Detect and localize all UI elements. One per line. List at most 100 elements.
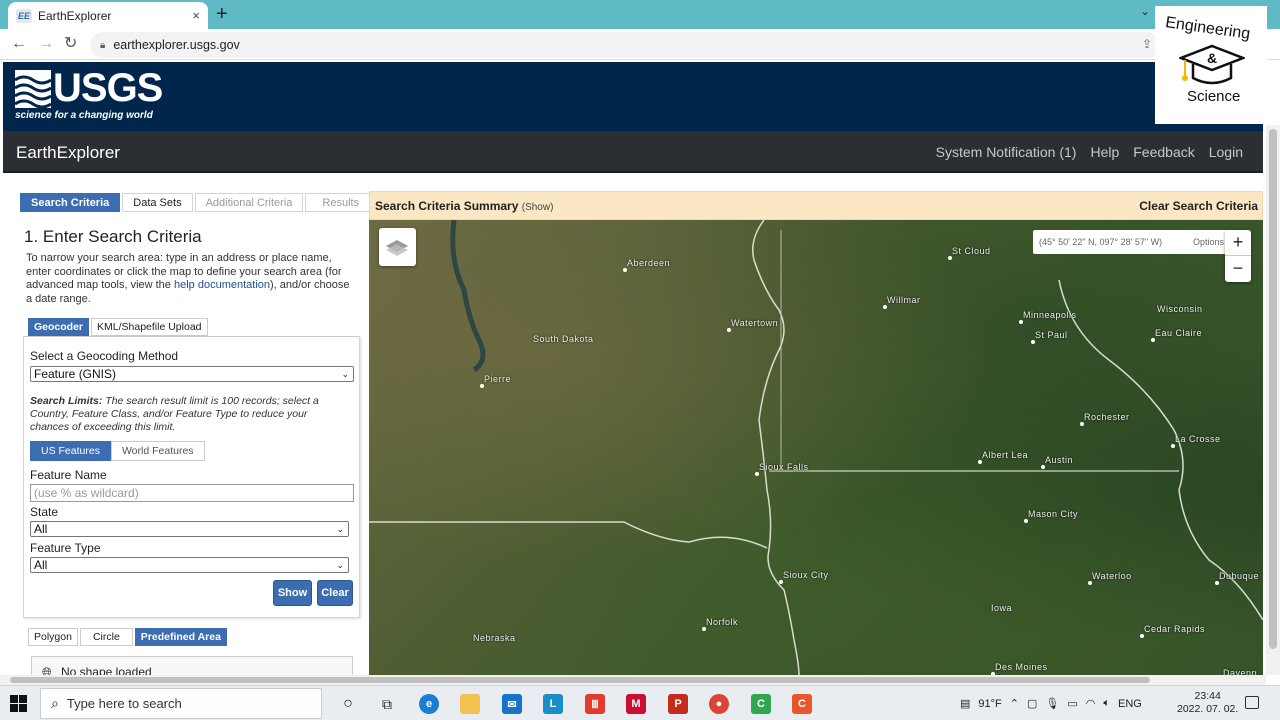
tab-search-chevron-icon[interactable]: ⌄ (1140, 4, 1150, 18)
city-label: Rochester (1084, 412, 1130, 422)
weather-icon[interactable]: ▤ (960, 697, 970, 710)
tab-polygon[interactable]: Polygon (28, 628, 78, 646)
layers-button[interactable] (379, 228, 416, 266)
windows-start-icon[interactable] (10, 695, 27, 712)
earthexplorer-favicon-icon: EE (16, 8, 32, 23)
city-marker (1024, 519, 1028, 523)
state-select[interactable]: All ⌄ (30, 521, 349, 537)
geocoding-method-select[interactable]: Feature (GNIS) ⌄ (30, 366, 354, 382)
camera-icon[interactable]: ▢ (1027, 697, 1037, 710)
clock[interactable]: 23:44 2022. 07. 02. (1177, 690, 1238, 716)
map-view[interactable]: (45° 50' 22" N, 097° 28' 57" W) Options … (369, 220, 1263, 675)
tab-additional-criteria[interactable]: Additional Criteria (194, 193, 304, 212)
edge-icon[interactable]: e (419, 694, 439, 714)
camtasia-orange-icon[interactable]: C (792, 694, 812, 714)
city-label: Watertown (731, 318, 779, 328)
clear-search-criteria-link[interactable]: Clear Search Criteria (1139, 199, 1258, 213)
new-tab-icon[interactable]: + (216, 4, 228, 24)
tab-data-sets[interactable]: Data Sets (122, 193, 193, 212)
feature-type-select[interactable]: All ⌄ (30, 557, 349, 573)
tab-predefined-area[interactable]: Predefined Area (134, 628, 227, 646)
reload-icon[interactable]: ↻ (64, 35, 77, 53)
usgs-logo[interactable]: USGS science for a changing world (15, 66, 163, 124)
browser-tab[interactable]: EE EarthExplorer × (8, 2, 208, 29)
city-marker (1080, 422, 1084, 426)
watermark-line2: Science (1187, 88, 1241, 105)
city-marker (1171, 444, 1175, 448)
tab-results[interactable]: Results (305, 193, 377, 212)
forward-arrow-icon[interactable]: → (38, 35, 54, 53)
feature-tabs: US Features World Features (30, 441, 205, 461)
chevron-up-icon[interactable]: ⌃ (1010, 697, 1019, 710)
city-label: St Cloud (952, 246, 991, 256)
clock-time: 23:44 (1194, 690, 1221, 702)
city-label: Dubuque (1219, 571, 1260, 581)
help-documentation-link[interactable]: help documentation (174, 279, 270, 291)
cortana-icon[interactable]: ○ (338, 694, 358, 714)
coordinate-readout: (45° 50' 22" N, 097° 28' 57" W) Options (1033, 230, 1232, 254)
city-label: South Dakota (533, 334, 594, 344)
temperature-text[interactable]: 91°F (978, 698, 1001, 710)
city-label: Minneapolis (1023, 310, 1077, 320)
nav-link-help[interactable]: Help (1090, 144, 1119, 160)
zoom-out-button[interactable]: − (1225, 256, 1251, 282)
battery-icon[interactable]: ▭ (1067, 697, 1077, 710)
tab-geocoder[interactable]: Geocoder (28, 318, 90, 336)
horizontal-scrollbar[interactable] (0, 675, 1266, 685)
microphone-icon[interactable]: 🎙︎ (1045, 697, 1059, 710)
feature-name-input[interactable]: (use % as wildcard) (30, 484, 354, 502)
camtasia-green-icon[interactable]: C (751, 694, 771, 714)
app-l-icon[interactable]: L (543, 694, 563, 714)
city-marker (1019, 320, 1023, 324)
feature-name-label: Feature Name (30, 468, 107, 482)
clear-button[interactable]: Clear (317, 580, 353, 606)
city-marker (1140, 634, 1144, 638)
tab-us-features[interactable]: US Features (30, 441, 111, 461)
city-label: Cedar Rapids (1144, 624, 1206, 634)
file-explorer-icon[interactable] (460, 694, 480, 714)
map-options-link[interactable]: Options (1193, 237, 1224, 247)
city-marker (1151, 338, 1155, 342)
show-button[interactable]: Show (273, 580, 312, 606)
city-label: Nebraska (473, 633, 516, 643)
task-view-icon[interactable]: ⧉ (377, 694, 397, 714)
browser-tab-bar: EE EarthExplorer × + ⌄ (0, 0, 1280, 29)
mcafee-icon[interactable]: M (626, 694, 646, 714)
scrollbar-thumb[interactable] (1269, 129, 1277, 649)
city-marker (1031, 340, 1035, 344)
city-label: Sioux Falls (759, 462, 809, 472)
nav-link-feedback[interactable]: Feedback (1133, 144, 1194, 160)
nav-link-login[interactable]: Login (1209, 144, 1243, 160)
geocoding-method-label: Select a Geocoding Method (30, 349, 179, 363)
city-marker (727, 328, 731, 332)
zoom-in-button[interactable]: + (1225, 230, 1251, 256)
language-indicator[interactable]: ENG (1118, 698, 1142, 710)
tab-circle[interactable]: Circle (79, 628, 133, 646)
speaker-icon[interactable]: 🔈︎ (1103, 697, 1110, 710)
mail-icon[interactable]: ✉ (502, 694, 522, 714)
url-field[interactable]: 🔒︎ earthexplorer.usgs.gov (90, 32, 1160, 58)
coordinate-text: (45° 50' 22" N, 097° 28' 57" W) (1039, 237, 1163, 247)
pdf-icon[interactable]: P (668, 694, 688, 714)
map-boundaries (369, 220, 1263, 675)
share-icon[interactable]: ⇪ (1142, 37, 1152, 51)
chrome-icon[interactable]: ● (709, 694, 729, 714)
tab-world-features[interactable]: World Features (110, 441, 205, 461)
nav-link-system-notification[interactable]: System Notification (1) (936, 144, 1077, 160)
city-label: Austin (1045, 455, 1074, 465)
tab-kml-shapefile-upload[interactable]: KML/Shapefile Upload (91, 318, 208, 336)
app-red-icon[interactable]: Ⅲ (585, 694, 605, 714)
city-label: La Crosse (1175, 434, 1221, 444)
back-arrow-icon[interactable]: ← (11, 35, 27, 53)
page-scrollbar[interactable] (1266, 125, 1280, 675)
close-tab-icon[interactable]: × (192, 8, 200, 23)
chevron-down-icon: ⌄ (336, 560, 344, 570)
taskbar-search-field[interactable]: ⌕ Type here to search (40, 688, 322, 719)
horizontal-scrollbar-thumb[interactable] (10, 677, 1150, 683)
network-icon[interactable]: ◠ (1086, 697, 1096, 710)
summary-show-link[interactable]: (Show) (522, 202, 554, 213)
city-marker (978, 460, 982, 464)
tab-search-criteria[interactable]: Search Criteria (20, 193, 121, 212)
notification-icon[interactable] (1245, 696, 1259, 709)
app-title[interactable]: EarthExplorer (16, 143, 120, 163)
